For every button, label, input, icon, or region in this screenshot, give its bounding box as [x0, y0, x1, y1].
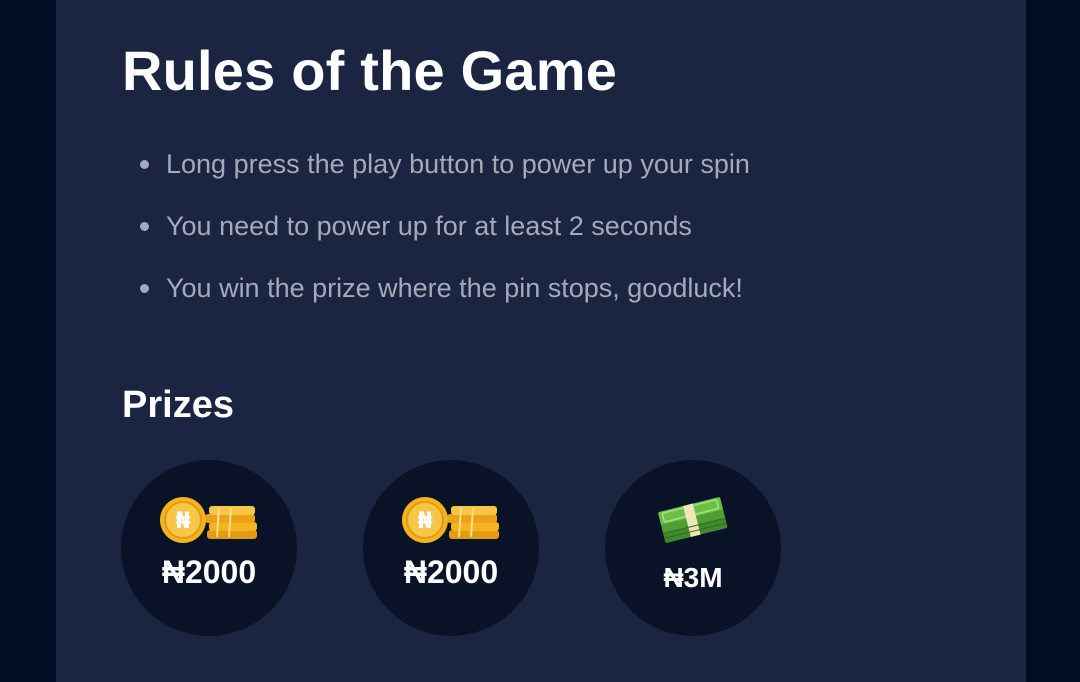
prize-amount: ₦2000 [161, 554, 257, 590]
cash-stack-icon [643, 496, 743, 546]
rule-text: Long press the play button to power up y… [166, 149, 750, 179]
page-title: Rules of the Game [122, 39, 618, 102]
rule-text: You need to power up for at least 2 seco… [166, 211, 692, 241]
prize-item: ₦ ₦2000 [363, 460, 539, 636]
prize-item: ₦3M [605, 460, 781, 636]
rule-item: Long press the play button to power up y… [140, 142, 750, 204]
rule-item: You win the prize where the pin stops, g… [140, 266, 750, 328]
prize-amount: ₦2000 [403, 554, 499, 590]
rule-text: You win the prize where the pin stops, g… [166, 273, 743, 303]
svg-text:₦: ₦ [175, 509, 190, 534]
bullet-icon [140, 222, 149, 231]
svg-text:₦: ₦ [417, 509, 432, 534]
rule-item: You need to power up for at least 2 seco… [140, 204, 750, 266]
coins-icon: ₦ [159, 496, 259, 546]
rules-list: Long press the play button to power up y… [140, 142, 750, 328]
prize-item: ₦ ₦2000 [121, 460, 297, 636]
prize-amount: ₦3M [663, 562, 723, 593]
prizes-heading: Prizes [122, 384, 234, 426]
bullet-icon [140, 160, 149, 169]
coins-icon: ₦ [401, 496, 501, 546]
bullet-icon [140, 284, 149, 293]
rules-panel: Rules of the Game Long press the play bu… [56, 0, 1026, 682]
